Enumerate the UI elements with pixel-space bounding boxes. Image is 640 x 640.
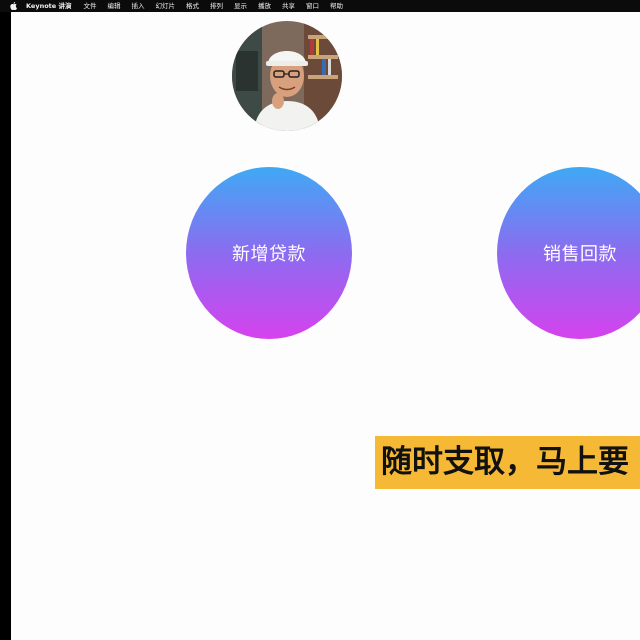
subtitle-caption: 随时支取，马上要: [375, 436, 640, 489]
menu-insert[interactable]: 插入: [131, 0, 144, 12]
menu-view[interactable]: 显示: [234, 0, 247, 12]
presenter-photo: [232, 21, 342, 131]
menu-bar: Keynote 讲演 文件 编辑 插入 幻灯片 格式 排列 显示 播放 共享 窗…: [0, 0, 640, 12]
menu-slide[interactable]: 幻灯片: [155, 0, 175, 12]
presenter-avatar: [232, 21, 342, 131]
menu-help[interactable]: 帮助: [330, 0, 343, 12]
sales-payment-label: 销售回款: [543, 244, 617, 265]
menu-play[interactable]: 播放: [258, 0, 271, 12]
menu-window[interactable]: 窗口: [306, 0, 319, 12]
menu-app-name[interactable]: Keynote 讲演: [26, 0, 71, 12]
slide-canvas: 新增贷款 销售回款 随时支取，马上要: [11, 12, 640, 640]
new-loan-label: 新增贷款: [232, 244, 306, 265]
apple-menu-icon[interactable]: [10, 2, 17, 10]
menu-format[interactable]: 格式: [186, 0, 199, 12]
menu-arrange[interactable]: 排列: [210, 0, 223, 12]
sales-payment-button[interactable]: 销售回款: [497, 167, 640, 339]
menu-file[interactable]: 文件: [83, 0, 96, 12]
menu-share[interactable]: 共享: [282, 0, 295, 12]
menu-edit[interactable]: 编辑: [107, 0, 120, 12]
new-loan-button[interactable]: 新增贷款: [186, 167, 352, 339]
